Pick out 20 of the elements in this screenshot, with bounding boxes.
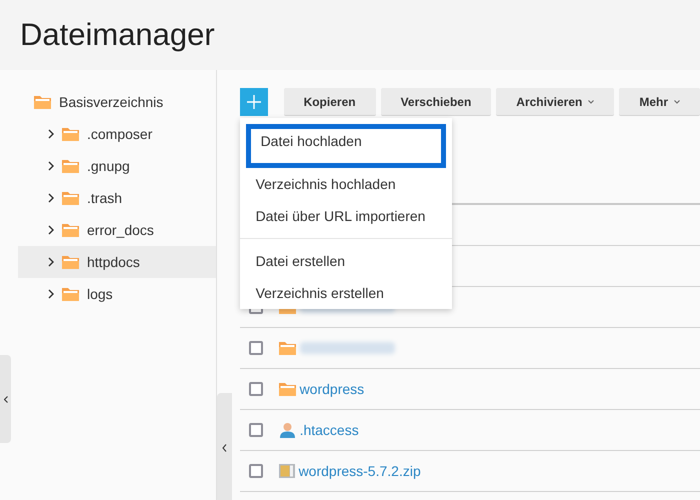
file-link[interactable]: wordpress-5.7.2.zip (298, 460, 421, 482)
menu-item[interactable]: Datei über URL importieren (246, 200, 446, 232)
tree-item[interactable]: .trash (18, 182, 216, 214)
menu-item[interactable]: Datei erstellen (246, 245, 446, 277)
tree-item[interactable]: error_docs (18, 214, 216, 246)
toolbar-button[interactable]: Mehr (619, 88, 700, 116)
toolbar-button[interactable]: Kopieren (284, 88, 376, 116)
toolbar-button[interactable]: Archivieren (496, 88, 614, 116)
tree-item[interactable]: httpdocs (18, 246, 216, 278)
page-title: Dateimanager (20, 16, 215, 54)
tree-item[interactable]: Basisverzeichnis (59, 92, 164, 112)
menu-item[interactable]: Datei hochladen (246, 124, 446, 168)
tree-item[interactable]: .composer (18, 118, 216, 150)
toolbar-button[interactable]: Verschieben (380, 88, 492, 116)
file-link[interactable]: .htaccess (300, 420, 359, 440)
tree-item[interactable]: logs (18, 278, 216, 310)
tree-item[interactable]: .gnupg (18, 150, 216, 182)
file-link[interactable]: wordpress (300, 378, 364, 400)
menu-item[interactable]: Verzeichnis erstellen (246, 277, 446, 309)
menu-item[interactable]: Verzeichnis hochladen (246, 168, 446, 200)
